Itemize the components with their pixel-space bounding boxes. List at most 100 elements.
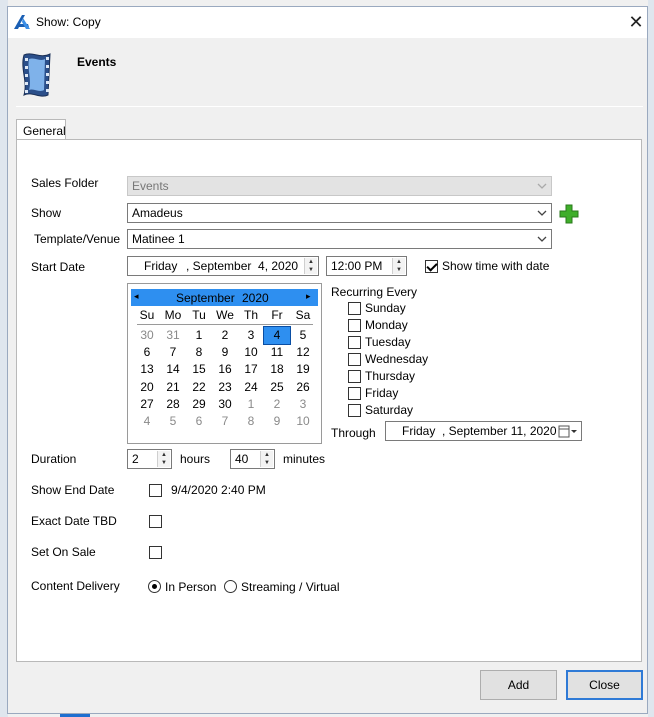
exact-date-tbd-checkbox[interactable] [149, 515, 162, 528]
calendar-day[interactable]: 8 [238, 413, 264, 430]
calendar-day[interactable]: 30 [212, 396, 238, 413]
calendar-day[interactable]: 28 [160, 396, 186, 413]
title-bar: Show: Copy ✕ [8, 7, 647, 38]
duration-minutes-input[interactable]: 40 ▲ ▼ [230, 449, 275, 469]
calendar-day[interactable]: 10 [238, 344, 264, 361]
through-date-day: Friday [402, 424, 436, 438]
recurring-saturday-label: Saturday [365, 403, 414, 417]
calendar-day[interactable]: 7 [212, 413, 238, 430]
set-on-sale-checkbox[interactable] [149, 546, 162, 559]
calendar-day[interactable]: 9 [264, 413, 290, 430]
show-end-date-checkbox[interactable] [149, 484, 162, 497]
calendar-weekday-fr: Fr [271, 308, 283, 322]
add-button[interactable]: Add [480, 670, 557, 700]
calendar-day[interactable]: 6 [186, 413, 212, 430]
in-person-radio[interactable] [148, 580, 161, 593]
recurring-friday-checkbox[interactable] [348, 387, 361, 400]
calendar-day[interactable]: 29 [186, 396, 212, 413]
add-show-icon[interactable] [559, 204, 579, 224]
calendar-header: ◂ September 2020 ▸ [131, 289, 318, 306]
template-venue-value: Matinee 1 [132, 232, 185, 246]
show-time-with-date-checkbox[interactable] [425, 260, 438, 273]
start-date-picker[interactable]: Friday , September 4, 2020 ▲ ▼ [127, 256, 319, 276]
calendar-day[interactable]: 6 [134, 344, 160, 361]
calendar-day[interactable]: 1 [186, 327, 212, 344]
recurring-monday-label: Monday [365, 318, 408, 332]
calendar-day[interactable]: 9 [212, 344, 238, 361]
calendar-day[interactable]: 11 [264, 344, 290, 361]
through-date-rest: , September 11, 2020 [442, 424, 557, 438]
calendar-day[interactable]: 7 [160, 344, 186, 361]
recurring-days-list: Sunday Monday Tuesday Wednesday Thursday Frid… [347, 301, 467, 421]
calendar-day[interactable]: 30 [134, 327, 160, 344]
calendar-day[interactable]: 12 [290, 344, 316, 361]
calendar-year-label[interactable]: 2020 [242, 291, 269, 305]
month-calendar[interactable]: ◂ September 2020 ▸ Su Mo Tu We Th Fr Sa 30 31 1 2… [127, 283, 322, 444]
calendar-divider [137, 324, 313, 325]
start-time-value: 12:00 PM [331, 259, 383, 273]
tab-general[interactable]: General [16, 119, 66, 140]
calendar-day[interactable]: 31 [160, 327, 186, 344]
next-month-icon[interactable]: ▸ [306, 291, 311, 302]
recurring-sunday-checkbox[interactable] [348, 302, 361, 315]
calendar-day[interactable]: 20 [134, 379, 160, 396]
show-dropdown[interactable]: Amadeus [127, 203, 552, 223]
template-venue-label: Template/Venue [34, 232, 121, 246]
calendar-weekday-we: We [216, 308, 234, 322]
recurring-tuesday-checkbox[interactable] [348, 336, 361, 349]
duration-hours-input[interactable]: 2 ▲ ▼ [127, 449, 172, 469]
minutes-spinner[interactable]: ▲ ▼ [260, 451, 273, 467]
calendar-day[interactable]: 23 [212, 379, 238, 396]
calendar-day[interactable]: 22 [186, 379, 212, 396]
calendar-month-label[interactable]: September [176, 291, 235, 305]
calendar-day[interactable]: 13 [134, 361, 160, 378]
calendar-day[interactable]: 1 [238, 396, 264, 413]
calendar-day[interactable]: 8 [186, 344, 212, 361]
calendar-day[interactable]: 2 [264, 396, 290, 413]
window-title: Show: Copy [36, 15, 101, 29]
calendar-day[interactable]: 14 [160, 361, 186, 378]
duration-hours-value: 2 [132, 452, 139, 466]
calendar-day[interactable]: 3 [290, 396, 316, 413]
calendar-day[interactable]: 18 [264, 361, 290, 378]
calendar-day[interactable]: 2 [212, 327, 238, 344]
start-time-picker[interactable]: 12:00 PM ▲ ▼ [326, 256, 407, 276]
calendar-day[interactable]: 24 [238, 379, 264, 396]
start-date-spinner[interactable]: ▲ ▼ [304, 258, 317, 274]
recurring-wednesday-label: Wednesday [365, 352, 429, 366]
hours-label: hours [180, 452, 211, 466]
calendar-day[interactable]: 5 [160, 413, 186, 430]
recurring-friday-label: Friday [365, 386, 399, 400]
calendar-day[interactable]: 10 [290, 413, 316, 430]
calendar-day[interactable]: 21 [160, 379, 186, 396]
show-end-date-label: Show End Date [31, 483, 115, 497]
through-date-picker[interactable]: Friday , September 11, 2020 [385, 421, 582, 441]
calendar-day[interactable]: 19 [290, 361, 316, 378]
close-window-icon[interactable]: ✕ [625, 11, 647, 33]
start-time-spinner[interactable]: ▲ ▼ [392, 258, 405, 274]
recurring-thursday-checkbox[interactable] [348, 370, 361, 383]
calendar-day[interactable]: 4 [134, 413, 160, 430]
calendar-day[interactable]: 17 [238, 361, 264, 378]
streaming-virtual-radio[interactable] [224, 580, 237, 593]
calendar-day[interactable]: 5 [290, 327, 316, 344]
template-venue-dropdown[interactable]: Matinee 1 [127, 229, 552, 249]
recurring-monday-checkbox[interactable] [348, 319, 361, 332]
calendar-day[interactable]: 26 [290, 379, 316, 396]
calendar-day[interactable]: 27 [134, 396, 160, 413]
recurring-saturday-checkbox[interactable] [348, 404, 361, 417]
calendar-day[interactable]: 4 [263, 326, 291, 345]
start-date-day: Friday [144, 259, 178, 273]
calendar-day[interactable]: 15 [186, 361, 212, 378]
prev-month-icon[interactable]: ◂ [134, 291, 139, 302]
recurring-thursday-label: Thursday [365, 369, 416, 383]
calendar-day[interactable]: 16 [212, 361, 238, 378]
calendar-dropdown-icon[interactable] [558, 425, 578, 438]
hours-spinner[interactable]: ▲ ▼ [157, 451, 170, 467]
calendar-day[interactable]: 25 [264, 379, 290, 396]
calendar-day[interactable]: 3 [238, 327, 264, 344]
recurring-wednesday-checkbox[interactable] [348, 353, 361, 366]
dialog-window: Show: Copy ✕ Events General Sales Folder… [7, 6, 648, 714]
sales-folder-value: Events [132, 179, 169, 193]
close-button[interactable]: Close [566, 670, 643, 700]
